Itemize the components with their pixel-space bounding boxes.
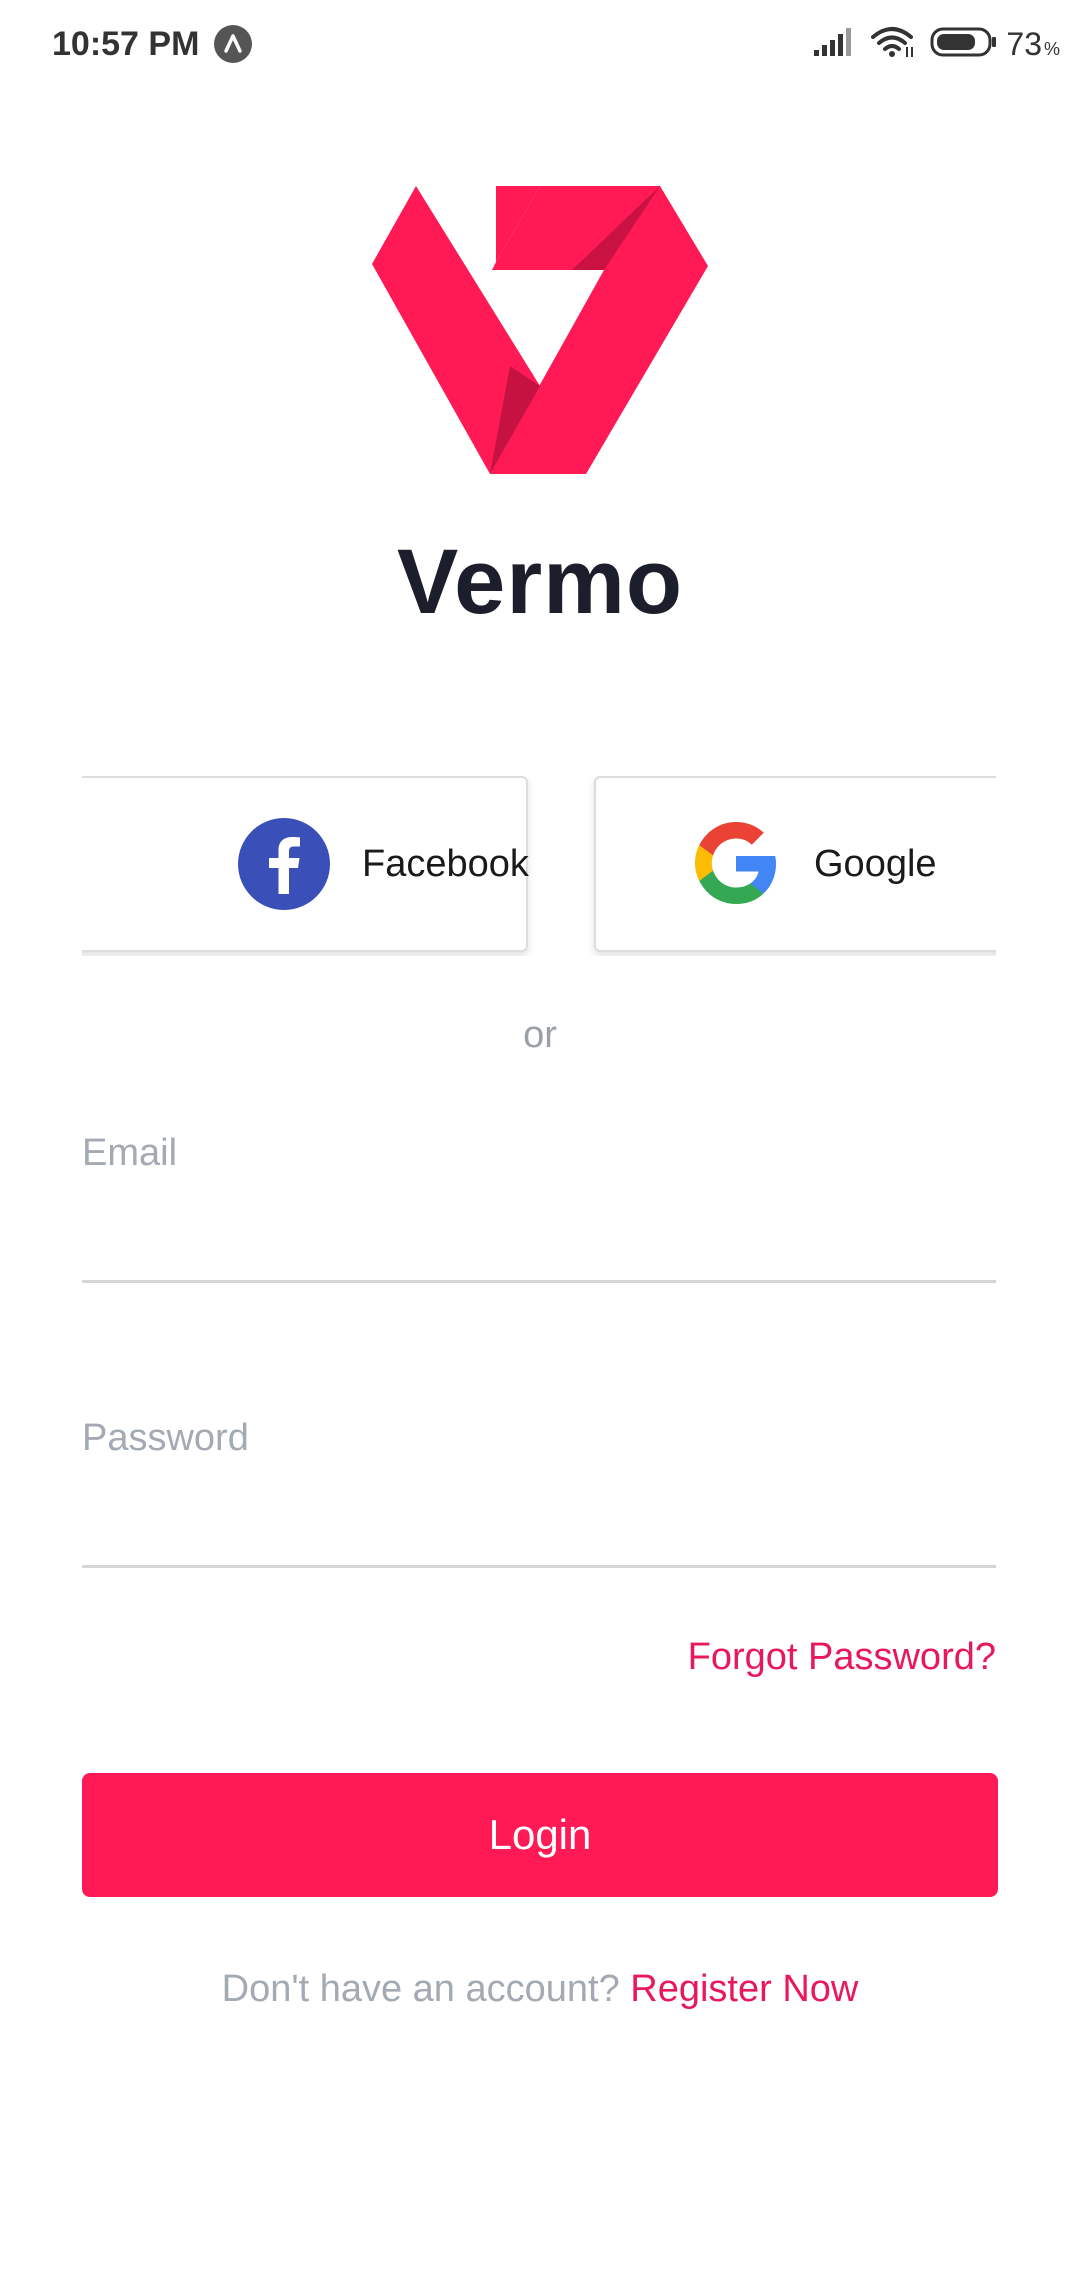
battery-icon bbox=[930, 26, 998, 63]
vermo-logo-icon bbox=[372, 186, 708, 474]
password-underline bbox=[82, 1565, 996, 1568]
email-field: Email bbox=[82, 1130, 996, 1283]
brand-title: Vermo bbox=[396, 531, 684, 633]
app-notification-icon bbox=[214, 25, 252, 63]
register-now-link[interactable]: Register Now bbox=[630, 1968, 858, 2010]
social-login-row: Facebook Google bbox=[82, 776, 996, 956]
status-bar: 10:57 PM 73 % bbox=[0, 0, 1080, 90]
facebook-label: Facebook bbox=[362, 842, 529, 885]
login-button[interactable]: Login bbox=[82, 1773, 998, 1897]
battery-percent: 73% bbox=[1006, 25, 1060, 62]
email-label: Email bbox=[82, 1132, 178, 1174]
email-underline bbox=[82, 1280, 996, 1283]
or-divider: or bbox=[523, 1014, 557, 1056]
password-input[interactable] bbox=[82, 1461, 996, 1565]
password-label: Password bbox=[82, 1417, 249, 1459]
password-field: Password bbox=[82, 1415, 996, 1568]
google-login-button[interactable]: Google bbox=[594, 776, 996, 952]
facebook-login-button[interactable]: Facebook bbox=[82, 776, 529, 952]
register-row: Don't have an account? Register Now bbox=[0, 1968, 1080, 2011]
email-input[interactable] bbox=[82, 1176, 996, 1280]
forgot-password-link[interactable]: Forgot Password? bbox=[688, 1636, 996, 1679]
facebook-icon bbox=[238, 818, 330, 910]
status-icons: 73% bbox=[812, 24, 1060, 64]
google-icon bbox=[690, 818, 782, 910]
status-time: 10:57 PM bbox=[52, 25, 200, 63]
wifi-icon bbox=[870, 25, 916, 64]
register-prompt: Don't have an account? bbox=[221, 1968, 631, 2010]
signal-icon bbox=[812, 26, 856, 63]
login-screen: 10:57 PM 73 % Vermo Facebook Google or E… bbox=[0, 0, 1080, 2280]
login-button-label: Login bbox=[488, 1811, 592, 1858]
google-label: Google bbox=[814, 842, 937, 885]
